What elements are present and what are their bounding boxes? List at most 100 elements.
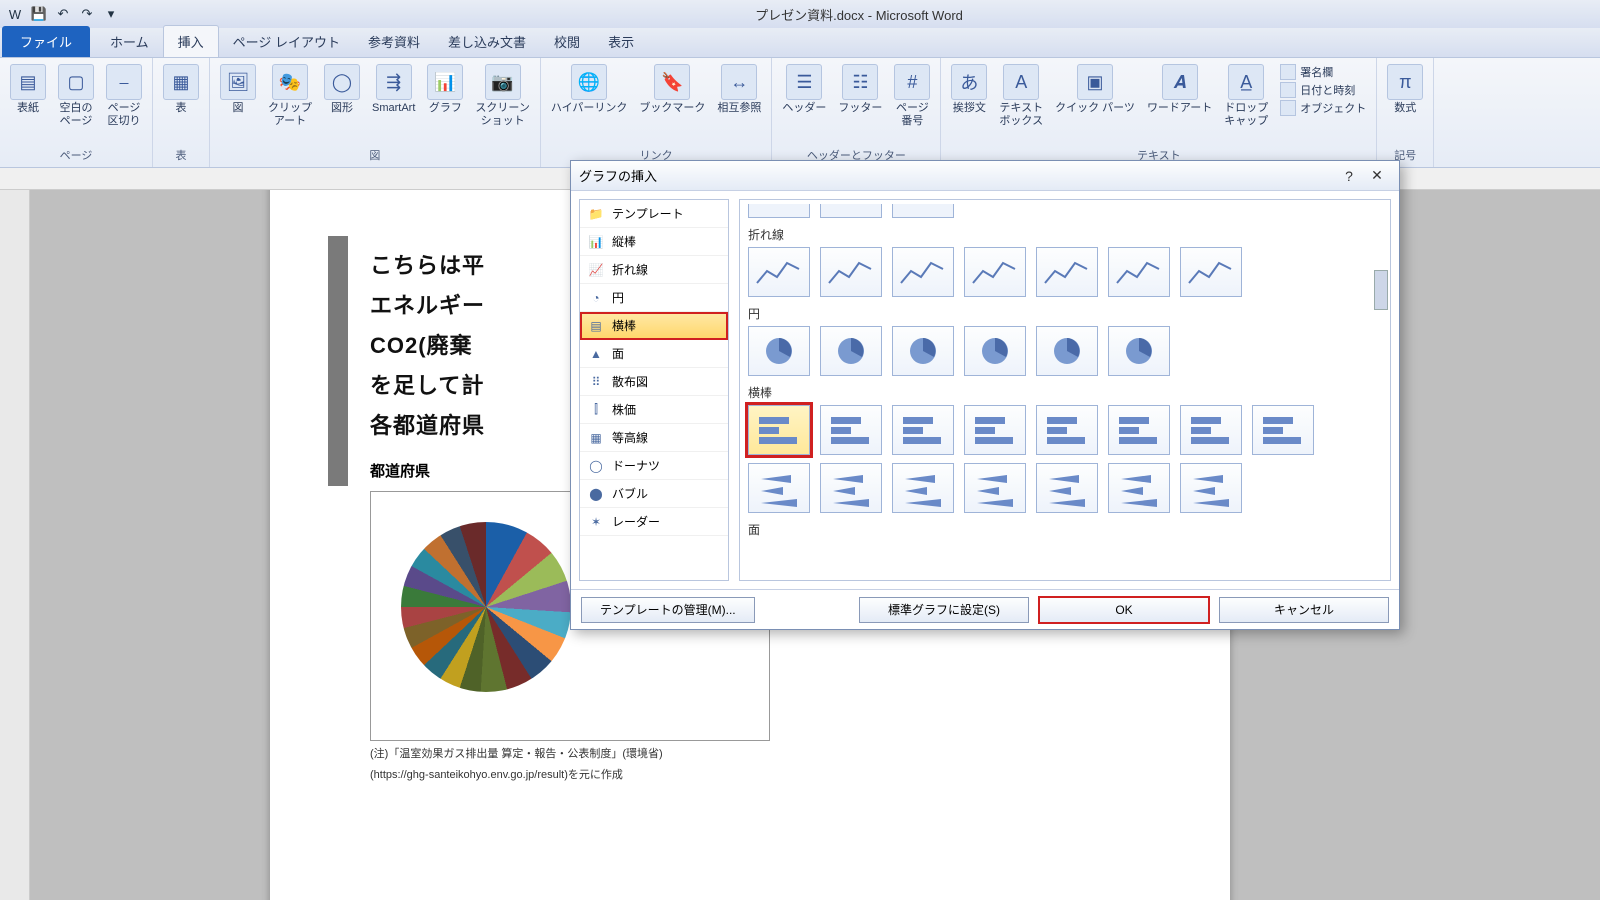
- category-column[interactable]: 📊縦棒: [580, 228, 728, 256]
- table-button[interactable]: ▦表: [159, 62, 203, 145]
- qat-more-icon[interactable]: ▾: [100, 3, 122, 25]
- group-illustrations: 🖼図 🎭クリップ アート ◯図形 ⇶SmartArt 📊グラフ 📷スクリーン シ…: [210, 58, 541, 167]
- category-area[interactable]: ▲面: [580, 340, 728, 368]
- chart-thumb[interactable]: [748, 405, 810, 455]
- category-surface[interactable]: ▦等高線: [580, 424, 728, 452]
- category-pie[interactable]: ◔円: [580, 284, 728, 312]
- word-icon[interactable]: W: [4, 3, 26, 25]
- chart-thumb[interactable]: [1036, 247, 1098, 297]
- group-pages-label: ページ: [6, 145, 146, 165]
- smartart-button[interactable]: ⇶SmartArt: [368, 62, 419, 145]
- chart-thumb[interactable]: [1252, 405, 1314, 455]
- ok-button[interactable]: OK: [1039, 597, 1209, 623]
- category-line[interactable]: 📈折れ線: [580, 256, 728, 284]
- chart-thumb[interactable]: [1180, 463, 1242, 513]
- chart-thumb[interactable]: [1180, 405, 1242, 455]
- category-stock[interactable]: ⫿株価: [580, 396, 728, 424]
- dialog-titlebar[interactable]: グラフの挿入 ? ✕: [571, 161, 1399, 191]
- chart-category-list[interactable]: 📁テンプレート📊縦棒📈折れ線◔円▤横棒▲面⠿散布図⫿株価▦等高線◯ドーナツ⬤バブ…: [579, 199, 729, 581]
- chart-thumb[interactable]: [964, 463, 1026, 513]
- chart-thumb[interactable]: [820, 405, 882, 455]
- chart-thumb[interactable]: [748, 326, 810, 376]
- greeting-button[interactable]: あ挨拶文: [947, 62, 991, 145]
- undo-icon[interactable]: ↶: [52, 3, 74, 25]
- dialog-close-button[interactable]: ✕: [1363, 166, 1391, 186]
- clipart-button[interactable]: 🎭クリップ アート: [264, 62, 316, 145]
- crossref-button[interactable]: ↔相互参照: [713, 62, 765, 145]
- chart-thumb[interactable]: [892, 326, 954, 376]
- cover-page-button[interactable]: ▤表紙: [6, 62, 50, 145]
- category-scatter[interactable]: ⠿散布図: [580, 368, 728, 396]
- chart-gallery[interactable]: 折れ線 円 横棒 面: [739, 199, 1391, 581]
- equation-button[interactable]: π数式: [1383, 62, 1427, 145]
- header-button[interactable]: ☰ヘッダー: [778, 62, 830, 145]
- chart-button[interactable]: 📊グラフ: [423, 62, 467, 145]
- object-button[interactable]: オブジェクト: [1280, 100, 1366, 116]
- shapes-button[interactable]: ◯図形: [320, 62, 364, 145]
- chart-thumb[interactable]: [1036, 463, 1098, 513]
- chart-thumb[interactable]: [820, 247, 882, 297]
- page-break-button[interactable]: ⎯ページ 区切り: [102, 62, 146, 145]
- chart-thumb[interactable]: [1108, 247, 1170, 297]
- save-icon[interactable]: 💾: [28, 3, 50, 25]
- bookmark-button[interactable]: 🔖ブックマーク: [635, 62, 709, 145]
- dialog-body: 📁テンプレート📊縦棒📈折れ線◔円▤横棒▲面⠿散布図⫿株価▦等高線◯ドーナツ⬤バブ…: [571, 191, 1399, 589]
- category-doughnut[interactable]: ◯ドーナツ: [580, 452, 728, 480]
- chart-thumb[interactable]: [748, 463, 810, 513]
- datetime-icon: [1280, 82, 1296, 98]
- section-pie: 円: [748, 305, 1382, 322]
- textbox-button[interactable]: Aテキスト ボックス: [995, 62, 1047, 145]
- tab-mailings[interactable]: 差し込み文書: [434, 26, 540, 57]
- set-default-chart-button[interactable]: 標準グラフに設定(S): [859, 597, 1029, 623]
- tab-review[interactable]: 校閲: [540, 26, 594, 57]
- chart-thumb[interactable]: [1108, 326, 1170, 376]
- tab-insert[interactable]: 挿入: [163, 25, 219, 57]
- datetime-button[interactable]: 日付と時刻: [1280, 82, 1366, 98]
- tab-file[interactable]: ファイル: [2, 26, 90, 57]
- signature-line-button[interactable]: 署名欄: [1280, 64, 1366, 80]
- quickparts-button[interactable]: ▣クイック パーツ: [1051, 62, 1139, 145]
- chart-thumb-peek[interactable]: [892, 204, 954, 218]
- chart-thumb[interactable]: [1036, 326, 1098, 376]
- chart-thumb[interactable]: [1180, 247, 1242, 297]
- tab-pagelayout[interactable]: ページ レイアウト: [219, 26, 354, 57]
- screenshot-button[interactable]: 📷スクリーン ショット: [471, 62, 533, 145]
- tab-home[interactable]: ホーム: [96, 26, 163, 57]
- gallery-scrollbar[interactable]: [1374, 270, 1388, 310]
- footer-button[interactable]: ☷フッター: [834, 62, 886, 145]
- chart-thumb[interactable]: [748, 247, 810, 297]
- chart-thumb[interactable]: [892, 247, 954, 297]
- chart-thumb[interactable]: [1036, 405, 1098, 455]
- table-icon: ▦: [163, 64, 199, 100]
- tab-view[interactable]: 表示: [594, 26, 648, 57]
- dropcap-button[interactable]: A̲ドロップ キャップ: [1220, 62, 1272, 145]
- picture-button[interactable]: 🖼図: [216, 62, 260, 145]
- vertical-ruler: [0, 190, 30, 900]
- chart-thumb[interactable]: [1108, 463, 1170, 513]
- pagenum-button[interactable]: #ページ 番号: [890, 62, 934, 145]
- chart-thumb-peek[interactable]: [820, 204, 882, 218]
- chart-thumb[interactable]: [1108, 405, 1170, 455]
- chart-thumb[interactable]: [892, 463, 954, 513]
- cancel-button[interactable]: キャンセル: [1219, 597, 1389, 623]
- chart-thumb[interactable]: [964, 405, 1026, 455]
- manage-templates-button[interactable]: テンプレートの管理(M)...: [581, 597, 755, 623]
- blank-page-button[interactable]: ▢空白の ページ: [54, 62, 98, 145]
- category-templates[interactable]: 📁テンプレート: [580, 200, 728, 228]
- dialog-help-button[interactable]: ?: [1335, 166, 1363, 186]
- chart-thumb[interactable]: [820, 463, 882, 513]
- chart-note-2: (https://ghg-santeikohyo.env.go.jp/resul…: [370, 768, 1160, 783]
- hyperlink-button[interactable]: 🌐ハイパーリンク: [547, 62, 632, 145]
- chart-thumb[interactable]: [892, 405, 954, 455]
- chart-thumb[interactable]: [820, 326, 882, 376]
- category-radar[interactable]: ✶レーダー: [580, 508, 728, 536]
- chart-thumb[interactable]: [964, 326, 1026, 376]
- redo-icon[interactable]: ↷: [76, 3, 98, 25]
- chart-thumb[interactable]: [964, 247, 1026, 297]
- wordart-button[interactable]: 𝑨ワードアート: [1143, 62, 1216, 145]
- category-bubble[interactable]: ⬤バブル: [580, 480, 728, 508]
- chart-thumb-peek[interactable]: [748, 204, 810, 218]
- tab-references[interactable]: 参考資料: [354, 26, 434, 57]
- dialog-footer: テンプレートの管理(M)... 標準グラフに設定(S) OK キャンセル: [571, 589, 1399, 629]
- category-bar[interactable]: ▤横棒: [580, 312, 728, 340]
